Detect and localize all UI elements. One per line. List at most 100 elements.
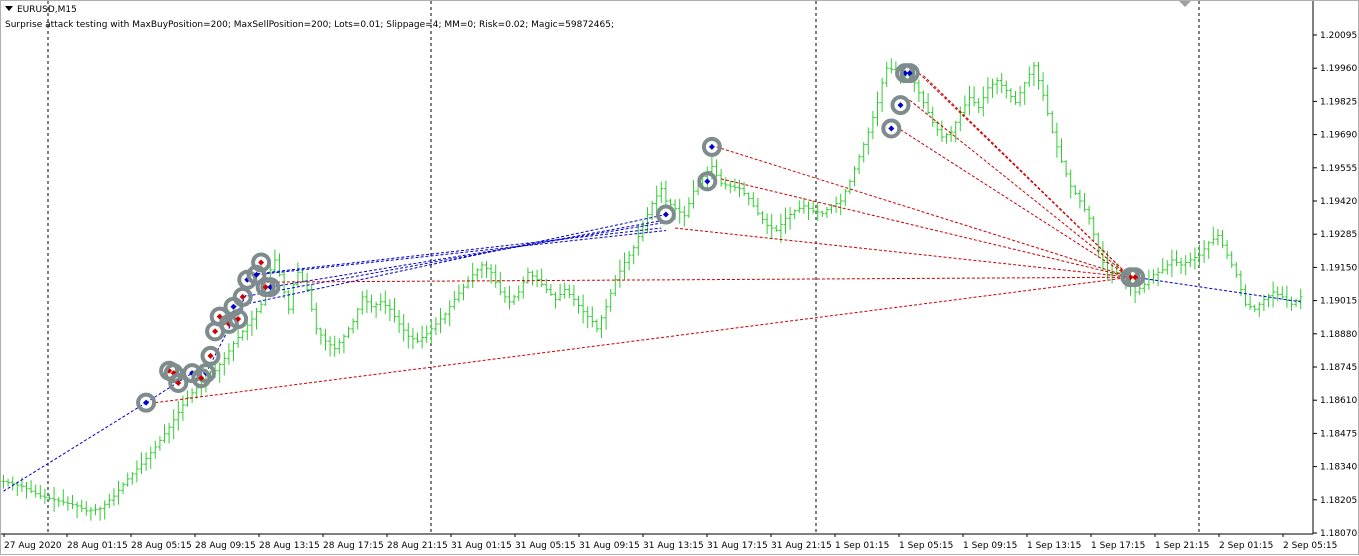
chevron-down-icon[interactable] [5, 6, 13, 11]
ohlc-bar [148, 446, 153, 469]
buy-marker[interactable] [655, 204, 676, 225]
x-tick-label: 31 Aug 05:15 [515, 541, 576, 551]
ohlc-bar [769, 213, 774, 239]
ohlc-bar [1234, 262, 1239, 278]
ohlc-bar [562, 282, 567, 299]
ohlc-bar [291, 280, 296, 314]
ohlc-bar [691, 180, 696, 209]
ohlc-bar [792, 209, 797, 220]
ohlc-bar [1243, 284, 1248, 307]
ohlc-bar [755, 197, 760, 216]
ohlc-bar [1229, 251, 1234, 269]
x-tick-label: 31 Aug 17:15 [707, 541, 768, 551]
ohlc-bar [88, 507, 93, 521]
marker-diamond [897, 102, 904, 109]
marker-diamond [230, 303, 237, 310]
marker-diamond [212, 328, 219, 335]
ohlc-bar [663, 180, 668, 207]
ohlc-bar [1068, 169, 1073, 199]
buy-marker[interactable] [890, 95, 911, 116]
ohlc-bar [397, 309, 402, 333]
ohlc-bar [1073, 184, 1078, 196]
ohlc-bar [1220, 230, 1225, 249]
ohlc-bar [604, 299, 609, 330]
ohlc-bar [958, 106, 963, 132]
chart-window[interactable]: 1.20095 1.19960 1.19825 1.19690 1.19555 1.194… [0, 0, 1359, 555]
ohlc-bar [870, 111, 875, 140]
buy-trade-line [256, 230, 666, 276]
price-chart[interactable]: 1.20095 1.19960 1.19825 1.19690 1.19555 1.194… [1, 1, 1359, 556]
ohlc-bar [107, 493, 112, 509]
ohlc-bar [705, 166, 710, 189]
y-tick-label: 1.18610 [1320, 396, 1357, 406]
ohlc-bar [1022, 81, 1027, 105]
ohlc-bar [1165, 260, 1170, 275]
ohlc-bar [498, 271, 503, 296]
ohlc-bar [318, 327, 323, 345]
ohlc-bar [420, 325, 425, 349]
ohlc-bar [1202, 240, 1207, 263]
buy-trade-line [270, 222, 662, 288]
ohlc-bar [806, 201, 811, 221]
buy-trade-line [3, 402, 147, 492]
ohlc-bar [424, 325, 429, 344]
sell-trade-line [720, 178, 1131, 278]
ohlc-bar [507, 285, 512, 310]
ohlc-bar [857, 154, 862, 174]
ohlc-bar [295, 262, 300, 288]
ohlc-bar [167, 423, 172, 444]
ohlc-bar [650, 200, 655, 221]
ohlc-bar [351, 318, 356, 334]
ohlc-bar [861, 142, 866, 163]
ohlc-bar [479, 261, 484, 279]
sell-trade-line [923, 75, 1131, 278]
ohlc-bar [70, 494, 75, 510]
ohlc-bar [134, 460, 139, 483]
ohlc-bar [38, 484, 43, 500]
ohlc-bar [1027, 66, 1032, 87]
ohlc-bar [558, 283, 563, 301]
sell-trade-line [716, 146, 1131, 278]
ohlc-bar [406, 322, 411, 349]
ohlc-bar [1004, 80, 1009, 99]
sell-marker[interactable] [232, 286, 253, 307]
ohlc-bar [1064, 160, 1069, 178]
ohlc-bar [783, 207, 788, 234]
ohlc-bar [452, 290, 457, 310]
ohlc-bar [93, 504, 98, 516]
chart-shift-icon[interactable] [1179, 1, 1191, 7]
ohlc-bar [231, 341, 236, 362]
ohlc-bar [130, 472, 135, 485]
buy-trade-line [247, 227, 662, 276]
ohlc-bar [111, 488, 116, 506]
ohlc-bar [1289, 296, 1294, 311]
y-tick-label: 1.19420 [1320, 197, 1357, 207]
ohlc-bar [125, 472, 130, 487]
symbol-label[interactable]: EURUSD,M15 [5, 5, 77, 15]
day-separators [47, 1, 1200, 534]
ohlc-bar [1169, 249, 1174, 278]
ohlc-bar [677, 198, 682, 224]
ohlc-bar [360, 290, 365, 315]
ohlc-bar [470, 262, 475, 288]
ohlc-bar [1266, 293, 1271, 308]
ohlc-bar [884, 61, 889, 87]
ohlc-bar [249, 310, 254, 337]
ohlc-bar [355, 307, 360, 330]
buy-marker[interactable] [881, 118, 902, 139]
marker-diamond [207, 352, 214, 359]
y-tick-label: 1.19285 [1320, 230, 1357, 240]
ohlc-bar [548, 283, 553, 297]
x-tick-label: 1 Sep 21:15 [1155, 541, 1209, 551]
marker-diamond [888, 125, 895, 132]
ohlc-bar [502, 286, 507, 303]
sell-marker[interactable] [200, 345, 221, 366]
buy-marker[interactable] [136, 392, 157, 413]
ohlc-bar [272, 249, 277, 273]
ohlc-bar [1054, 122, 1059, 158]
ohlc-bar [254, 307, 259, 330]
ohlc-bar [79, 499, 84, 513]
ohlc-bar [843, 188, 848, 207]
ohlc-bar [139, 452, 144, 474]
ohlc-bar [1082, 193, 1087, 213]
